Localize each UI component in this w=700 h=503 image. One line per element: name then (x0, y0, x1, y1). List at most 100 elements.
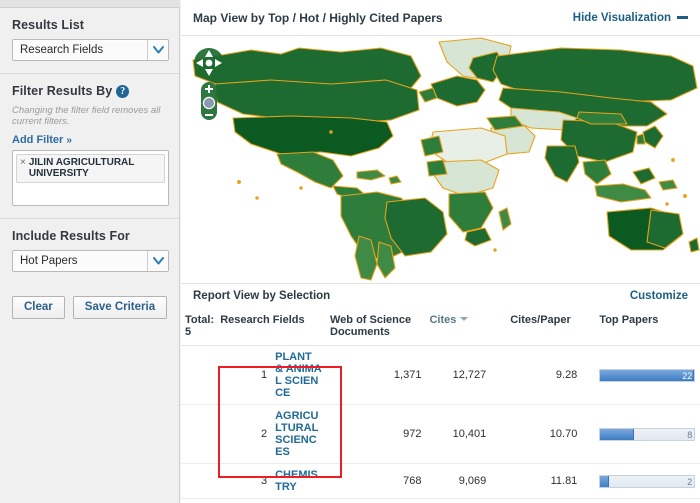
row-rank: 2 (216, 404, 272, 464)
world-map-svg[interactable] (181, 36, 700, 283)
filter-chip[interactable]: × JILIN AGRICULTURAL UNIVERSITY (16, 154, 165, 183)
active-filters-list[interactable]: × JILIN AGRICULTURAL UNIVERSITY (12, 150, 169, 206)
report-table-head: Total: 5 Research Fields Web of Science … (181, 308, 700, 346)
top-papers-value: 2 (687, 476, 693, 487)
table-row[interactable]: 4PHARMACOLOGY & TOXICOLOGY3044,00613.180 (181, 498, 700, 503)
research-field-link[interactable]: PLANT & ANIMAL SCIENCE (275, 351, 322, 399)
filter-results-title: Filter Results By? (12, 84, 169, 98)
table-row[interactable]: 2 AGRICULTURAL SCIENCES 972 10,401 10.70 8 (181, 404, 700, 464)
filter-chip-label: JILIN AGRICULTURAL UNIVERSITY (28, 157, 135, 179)
row-top-papers: 0 (595, 498, 700, 503)
row-rank: 4 (216, 498, 272, 503)
row-spacer-cell (181, 498, 217, 503)
report-title: Report View by Selection (193, 290, 331, 302)
cites-sort-link[interactable]: Cites (429, 314, 456, 326)
row-cites-per-paper: 10.70 (506, 404, 596, 464)
top-papers-value: 22 (682, 370, 693, 381)
sidebar-action-buttons: Clear Save Criteria (0, 284, 179, 319)
top-papers-value: 8 (687, 429, 693, 440)
include-results-selected-value: Hot Papers (20, 255, 78, 267)
top-papers-bar: 22 (599, 368, 696, 382)
results-list-title: Results List (12, 18, 85, 32)
add-filter-label: Add Filter (12, 134, 64, 146)
results-list-select[interactable]: Research Fields (12, 39, 169, 61)
row-rank: 3 (216, 463, 272, 499)
report-table-body: 1 PLANT & ANIMAL SCIENCE 1,371 12,727 9.28 22… (181, 345, 700, 503)
results-list-selected-value: Research Fields (20, 44, 104, 56)
column-header-research-fields[interactable]: Research Fields (216, 308, 326, 346)
table-header-row: Total: 5 Research Fields Web of Science … (181, 308, 700, 346)
row-research-field[interactable]: PHARMACOLOGY & TOXICOLOGY (271, 498, 326, 503)
row-spacer-cell (181, 404, 217, 464)
help-icon[interactable]: ? (116, 85, 130, 98)
pan-control-icon (194, 48, 224, 78)
hide-visualization-link[interactable]: Hide Visualization (573, 12, 688, 24)
include-results-select[interactable]: Hot Papers (12, 250, 169, 272)
row-research-field[interactable]: PLANT & ANIMAL SCIENCE (271, 345, 326, 405)
filter-results-panel: Filter Results By? Changing the filter f… (0, 74, 179, 219)
main-content: Map View by Top / Hot / Highly Cited Pap… (181, 0, 700, 503)
row-cites: 9,069 (425, 463, 507, 499)
pan-and-zoom-control[interactable] (194, 46, 224, 122)
column-header-cites-per-paper[interactable]: Cites/Paper (506, 308, 596, 346)
row-top-papers: 8 (595, 404, 700, 464)
top-papers-bar: 2 (599, 474, 696, 488)
left-sidebar: Results List Research Fields Filter Resu… (0, 8, 180, 503)
total-header: Total: 5 (181, 308, 217, 346)
column-header-wos-documents[interactable]: Web of Science Documents (326, 308, 426, 346)
row-cites: 4,006 (425, 498, 507, 503)
remove-filter-icon[interactable]: × (20, 157, 26, 179)
top-papers-bar: 8 (599, 427, 696, 441)
column-header-top-papers[interactable]: Top Papers (595, 308, 700, 346)
add-filter-link[interactable]: Add Filter » (12, 134, 72, 146)
row-spacer-cell (181, 463, 217, 499)
visualization-title: Map View by Top / Hot / Highly Cited Pap… (193, 10, 443, 25)
row-top-papers: 22 (595, 345, 700, 405)
results-list-panel: Results List Research Fields (0, 8, 179, 74)
row-spacer-cell (181, 345, 217, 405)
top-papers-bar-fill (600, 475, 609, 487)
table-row[interactable]: 3 CHEMISTRY 768 9,069 11.81 2 (181, 463, 700, 499)
row-rank: 1 (216, 345, 272, 405)
row-wos-documents: 972 (326, 404, 426, 464)
table-row[interactable]: 1 PLANT & ANIMAL SCIENCE 1,371 12,727 9.28 22 (181, 345, 700, 405)
world-map[interactable]: 0 80,107 (181, 36, 700, 283)
sort-descending-icon (460, 317, 469, 321)
include-results-title: Include Results For (12, 229, 130, 243)
zoom-slider-icon (201, 82, 217, 120)
save-criteria-button[interactable]: Save Criteria (72, 296, 168, 319)
visualization-header: Map View by Top / Hot / Highly Cited Pap… (181, 0, 700, 36)
top-papers-bar-fill (600, 428, 635, 440)
app-root: Results List Research Fields Filter Resu… (0, 0, 700, 503)
column-header-cites[interactable]: Cites (425, 308, 507, 346)
row-research-field[interactable]: AGRICULTURAL SCIENCES (271, 404, 326, 464)
report-header: Report View by Selection Customize (181, 283, 700, 308)
clear-button[interactable]: Clear (12, 296, 65, 319)
total-label: Total: (185, 314, 215, 326)
row-cites: 12,727 (425, 345, 507, 405)
row-cites: 10,401 (425, 404, 507, 464)
include-results-panel: Include Results For Hot Papers (0, 219, 179, 284)
map-navigation-controls[interactable] (194, 46, 224, 127)
row-cites-per-paper: 11.81 (506, 463, 596, 499)
report-table: Total: 5 Research Fields Web of Science … (181, 308, 700, 503)
row-wos-documents: 304 (326, 498, 426, 503)
top-papers-bar-fill (600, 369, 695, 381)
chevron-down-icon[interactable] (147, 40, 168, 60)
customize-link[interactable]: Customize (630, 290, 688, 302)
filter-results-label: Filter Results By (12, 84, 113, 98)
row-top-papers: 2 (595, 463, 700, 499)
minus-icon[interactable] (677, 16, 688, 19)
chevron-down-icon[interactable] (147, 251, 168, 271)
hide-visualization-label: Hide Visualization (572, 11, 671, 24)
row-cites-per-paper: 9.28 (506, 345, 596, 405)
row-research-field[interactable]: CHEMISTRY (271, 463, 326, 499)
row-cites-per-paper: 13.18 (506, 498, 596, 503)
top-strip (0, 0, 180, 8)
double-chevron-icon: » (66, 135, 72, 146)
total-value: 5 (185, 326, 192, 338)
row-wos-documents: 768 (326, 463, 426, 499)
filter-hint-text: Changing the filter field removes all cu… (12, 105, 161, 127)
research-field-link[interactable]: AGRICULTURAL SCIENCES (275, 410, 322, 458)
research-field-link[interactable]: CHEMISTRY (275, 469, 322, 493)
